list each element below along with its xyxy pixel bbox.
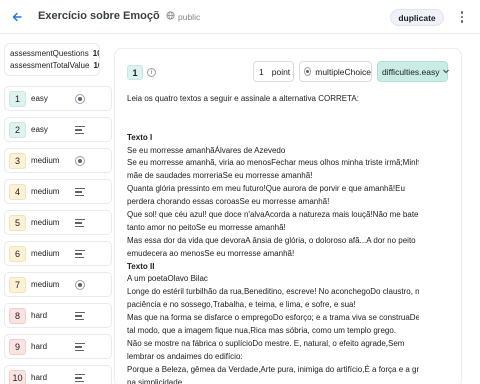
text-line: perdera chorando essas coroasSe eu morre…	[127, 197, 330, 207]
text-line: mãe de saudades morreriaSe eu morresse a…	[127, 171, 313, 181]
question-list-difficulty: medium	[31, 218, 60, 227]
question-list-item[interactable]: 10 hard	[4, 365, 112, 384]
text-line: Mas essa dor da vida que devoraA ânsia d…	[127, 235, 416, 245]
question-list-item[interactable]: 7 medium	[4, 272, 112, 297]
question-list-number: 5	[9, 215, 26, 231]
question-list-number: 2	[9, 122, 26, 138]
question-editor: 1 i 1 point multipleChoice difficulties.…	[114, 48, 462, 384]
question-list-item[interactable]: 5 medium	[4, 210, 112, 235]
summary-label: assessmentQuestions	[10, 49, 89, 58]
globe-icon	[166, 11, 175, 22]
assessment-summary: assessmentQuestions 10 assessmentTotalVa…	[4, 43, 100, 76]
text-heading: Texto I	[127, 132, 153, 142]
text-line: tal modo, que a imagem fique nua,Rica ma…	[127, 326, 397, 336]
more-options-icon[interactable]	[455, 9, 469, 25]
question-list-difficulty: easy	[31, 125, 48, 134]
question-type-selector[interactable]: multipleChoice	[299, 61, 372, 82]
text-line: paciência e no sossego,Trabalha, e teima…	[127, 300, 356, 310]
summary-row: assessmentQuestions 10	[10, 48, 99, 60]
question-list-difficulty: hard	[31, 311, 48, 320]
question-number: 1	[127, 65, 143, 80]
duplicate-button[interactable]: duplicate	[390, 9, 444, 26]
question-list-difficulty: medium	[31, 249, 60, 258]
summary-value: 10	[93, 61, 99, 70]
text-line: emudecera ao menosSe eu morresse amanhã!	[127, 248, 295, 258]
lines-icon	[75, 219, 85, 227]
question-list-difficulty: medium	[31, 187, 60, 196]
page-title: Exercício sobre Emoções e...	[38, 10, 160, 22]
lines-icon	[75, 374, 85, 382]
radio-icon	[304, 67, 312, 76]
text-heading: Texto II	[127, 261, 155, 271]
points-value[interactable]: 1	[259, 67, 264, 77]
text-line: Porque a Beleza, gêmea da Verdade,Arte p…	[127, 364, 419, 374]
text-line: Quanta glória pressinto em meu futuro!Qu…	[127, 184, 405, 194]
difficulty-label: difficulties.easy	[382, 66, 440, 77]
radio-icon	[75, 280, 85, 290]
lines-icon	[75, 312, 85, 320]
question-body[interactable]: Leia os quatro textos a seguir e assinal…	[127, 93, 419, 384]
radio-icon	[75, 156, 85, 166]
question-list-item[interactable]: 6 medium	[4, 241, 112, 266]
question-list-difficulty: hard	[31, 342, 48, 351]
visibility-indicator: public	[166, 11, 200, 22]
question-list-number: 7	[9, 277, 26, 293]
question-list-number: 1	[9, 91, 26, 107]
radio-icon	[75, 94, 85, 104]
back-arrow-icon[interactable]	[10, 10, 24, 24]
question-list-difficulty: medium	[31, 156, 60, 165]
question-list-number: 8	[9, 308, 26, 324]
text-line: Longe do estéril turbilhão da rua,Benedi…	[127, 287, 419, 297]
info-icon[interactable]: i	[147, 68, 156, 77]
question-list-number: 4	[9, 184, 26, 200]
question-list-item[interactable]: 3 medium	[4, 148, 112, 173]
lines-icon	[75, 188, 85, 196]
question-list-item[interactable]: 2 easy	[4, 117, 112, 142]
question-list-item[interactable]: 8 hard	[4, 303, 112, 328]
question-list-number: 10	[9, 370, 26, 384]
chevron-down-icon	[442, 67, 450, 77]
question-list-number: 9	[9, 339, 26, 355]
question-list-difficulty: hard	[31, 373, 48, 382]
difficulty-dropdown[interactable]: difficulties.easy	[377, 61, 450, 82]
points-label: point	[271, 66, 291, 77]
summary-label: assessmentTotalValue	[10, 61, 90, 70]
summary-value: 10	[92, 49, 99, 58]
text-line: A um poetaOlavo Bilac	[127, 274, 208, 284]
lines-icon	[75, 343, 85, 351]
visibility-label: public	[178, 11, 201, 22]
top-bar: Exercício sobre Emoções e... public dupl…	[0, 0, 480, 34]
text-line	[127, 106, 419, 119]
question-list-difficulty: medium	[31, 280, 60, 289]
summary-row: assessmentTotalValue 10	[10, 60, 99, 72]
text-line: na simplicidade	[127, 377, 183, 384]
text-line: Que sol! que céu azul! que doce n'alvaAc…	[127, 210, 419, 220]
question-list-number: 6	[9, 246, 26, 262]
text-line	[127, 119, 419, 132]
question-list-item[interactable]: 4 medium	[4, 179, 112, 204]
text-line: lembrar os andaimes do edifício:	[127, 351, 243, 361]
question-list-item[interactable]: 9 hard	[4, 334, 112, 359]
text-line: Se eu morresse amanhã, viria ao menosFec…	[127, 158, 419, 168]
text-line: Mas que na forma se disfarce o empregoDo…	[127, 313, 419, 323]
lines-icon	[75, 126, 85, 134]
question-list-difficulty: easy	[31, 94, 48, 103]
text-line: Se eu morresse amanhãÁlvares de Azevedo	[127, 145, 286, 155]
question-type-label: multipleChoice	[315, 66, 371, 77]
lines-icon	[75, 250, 85, 258]
question-list-number: 3	[9, 153, 26, 169]
question-list-item[interactable]: 1 easy	[4, 86, 112, 111]
text-line: Leia os quatro textos a seguir e assinal…	[127, 94, 359, 103]
text-line: tanto amor no peitoSe eu morresse amanhã…	[127, 222, 286, 232]
text-line: Não se mostre na fábrica o suplícioDo me…	[127, 338, 405, 348]
points-field[interactable]: 1 point	[253, 61, 294, 82]
